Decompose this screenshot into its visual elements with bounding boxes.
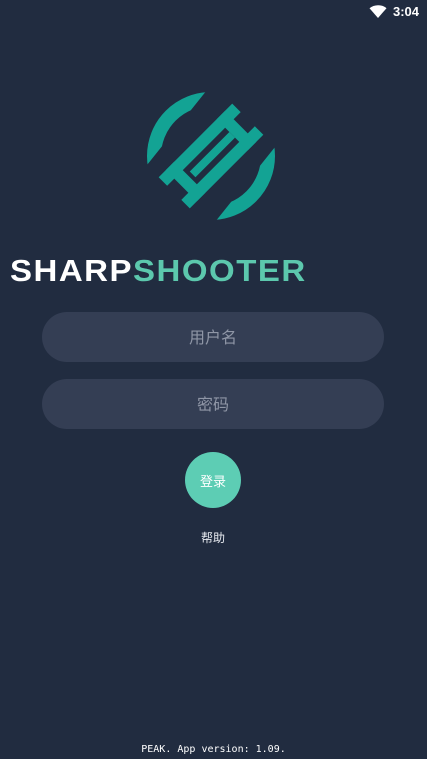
login-screen: 3:04 SHARPSHOOTER 登录 帮助 PEAK. App versio…	[0, 0, 427, 759]
app-version-text: PEAK. App version: 1.09.	[141, 744, 286, 755]
sharpshooter-logo-icon	[147, 92, 275, 220]
username-input[interactable]	[42, 312, 384, 362]
status-time: 3:04	[393, 4, 420, 19]
brand-first-word: SHARP	[10, 253, 134, 288]
status-bar: 3:04	[0, 0, 427, 24]
password-input[interactable]	[42, 379, 384, 429]
wifi-icon	[369, 5, 387, 18]
brand-wordmark: SHARPSHOOTER	[10, 253, 410, 290]
brand-second-word: SHOOTER	[133, 253, 307, 288]
login-button[interactable]: 登录	[185, 452, 241, 508]
help-link[interactable]: 帮助	[188, 530, 238, 546]
